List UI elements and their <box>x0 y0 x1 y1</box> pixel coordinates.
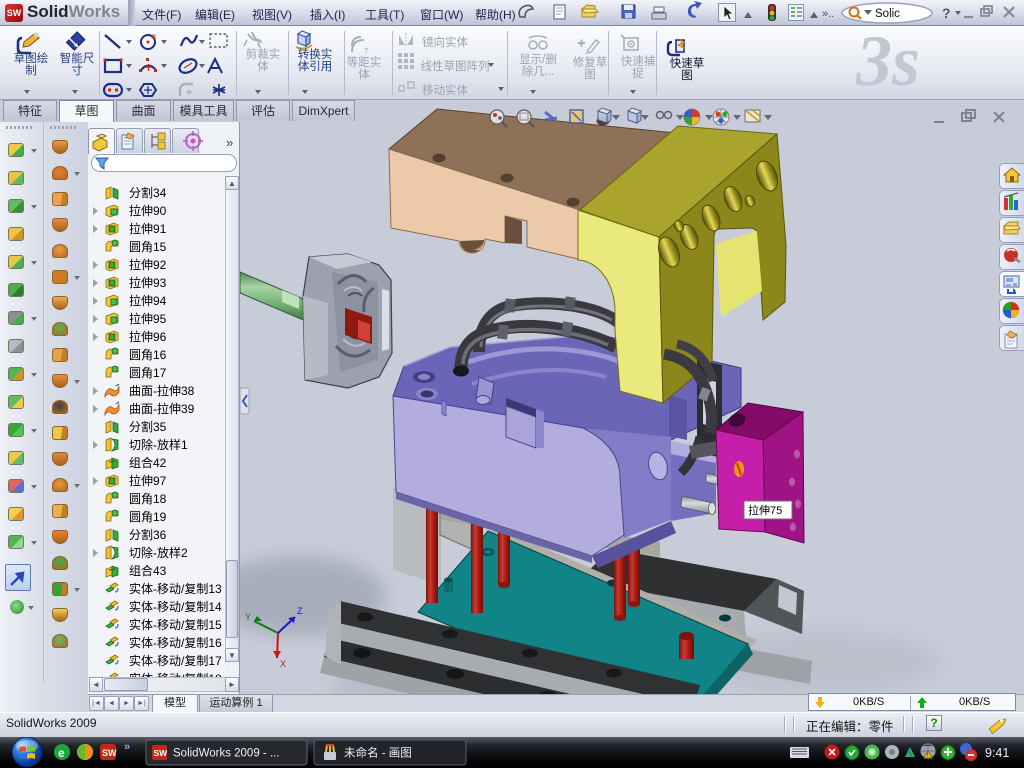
svg-text:未命名 - 画图: 未命名 - 画图 <box>344 746 412 760</box>
svg-text:Solic: Solic <box>875 8 900 20</box>
svg-text:?: ? <box>942 5 951 21</box>
svg-text:Y: Y <box>245 612 251 622</box>
svg-text:»: » <box>124 741 130 753</box>
svg-text:7: 7 <box>364 47 369 56</box>
svg-text:e: e <box>58 746 65 760</box>
svg-text:X: X <box>280 659 286 669</box>
svg-text:SolidWorks 2009 - ...: SolidWorks 2009 - ... <box>173 748 280 760</box>
svg-text:拉伸75: 拉伸75 <box>748 503 782 517</box>
svg-text:»..: ».. <box>822 8 834 20</box>
svg-text:SW: SW <box>102 748 117 758</box>
svg-text:SW: SW <box>154 748 169 758</box>
svg-text:9:41: 9:41 <box>985 746 1009 760</box>
svg-text:Z: Z <box>297 606 303 616</box>
svg-text:»: » <box>226 135 233 150</box>
